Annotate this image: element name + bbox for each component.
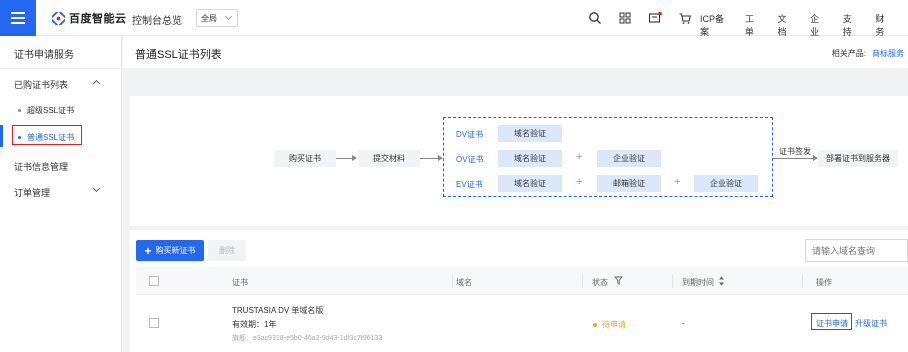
table-header: 证书 域名 状态 到期时间 操作 [136, 267, 908, 295]
filter-icon[interactable] [614, 276, 623, 285]
buy-new-cert-button[interactable]: + 购买新证书 [136, 240, 204, 261]
issue-cert-label: 证书签发 [779, 147, 811, 156]
domain-search-input[interactable] [805, 239, 908, 262]
related-label: 相关产品: [831, 49, 866, 58]
cert-name: TRUSTASIA DV 单域名版 [232, 306, 324, 315]
column-divider [582, 274, 583, 288]
col-expiry: 到期时间 [682, 278, 714, 287]
active-indicator [0, 125, 3, 147]
plus-icon: + [144, 243, 152, 258]
nav-docs-link[interactable]: 文档 [777, 12, 792, 38]
sidebar-item-label: 超级SSL证书 [27, 106, 75, 115]
message-icon[interactable] [648, 11, 662, 25]
ev-cert-label: EV证书 [456, 180, 483, 189]
status-text: 待申请 [602, 320, 626, 329]
col-actions: 操作 [816, 278, 832, 287]
chevron-down-icon[interactable] [92, 184, 101, 193]
related-products: 相关产品: 商标服务 [832, 48, 904, 59]
page-header: 普通SSL证书列表 相关产品: 商标服务 [123, 36, 908, 68]
region-select[interactable]: 全局 [196, 9, 238, 27]
trademark-service-link[interactable]: 商标服务 [872, 49, 904, 58]
dv-cert-label: DV证书 [456, 130, 484, 139]
status-badge: 待申请 [593, 319, 626, 330]
plus-icon: + [576, 151, 583, 163]
chevron-up-icon[interactable] [92, 79, 101, 88]
cloud-logo-icon [52, 11, 65, 25]
arrow-icon [420, 155, 443, 161]
ov-cert-label: OV证书 [456, 155, 484, 164]
sort-icon[interactable] [718, 276, 725, 286]
nav-support-link[interactable]: 支持 [843, 12, 858, 38]
sidebar-title: 证书申请服务 [14, 50, 74, 61]
ev-company-verify: 企业验证 [694, 175, 758, 192]
sidebar-group-cert-info[interactable]: 证书信息管理 [14, 160, 68, 173]
col-status: 状态 [592, 278, 608, 287]
dv-domain-verify: 域名验证 [498, 125, 562, 142]
region-value: 全局 [201, 13, 217, 23]
ov-domain-verify: 域名验证 [498, 150, 562, 167]
ev-email-verify: 邮箱验证 [597, 175, 661, 192]
arrow-icon [779, 155, 818, 161]
status-dot-icon [593, 322, 597, 327]
bullet-icon [18, 109, 21, 112]
col-cert: 证书 [232, 278, 248, 287]
sidebar-divider [0, 68, 122, 69]
nav-enterprise-link[interactable]: 企业 [810, 12, 825, 38]
column-divider [672, 274, 673, 288]
nav-icp-link[interactable]: ICP备案 [700, 12, 727, 38]
column-divider [452, 274, 453, 288]
select-all-checkbox[interactable] [149, 276, 159, 286]
nav-finance-link[interactable]: 财务 [875, 12, 890, 38]
search-icon[interactable] [588, 11, 602, 25]
chevron-down-icon [224, 12, 233, 21]
delete-button[interactable]: 删除 [208, 240, 246, 261]
brand-logo[interactable]: 百度智能云 [52, 10, 127, 26]
upgrade-cert-link[interactable]: 升级证书 [855, 318, 887, 329]
cert-id: 旗舰：e3ac9318-e5b0-46a2-9d43-1df3c7f96133 [232, 335, 383, 342]
step-submit-materials: 提交材料 [358, 150, 420, 167]
column-divider [802, 274, 803, 288]
cert-validity: 有效期：1年 [232, 320, 277, 329]
console-overview-link[interactable]: 控制台总览 [132, 12, 182, 27]
expiry-value: - [682, 319, 685, 328]
plus-icon: + [674, 176, 681, 188]
page-title: 普通SSL证书列表 [135, 49, 222, 61]
row-checkbox[interactable] [149, 318, 159, 328]
nav-ticket-link[interactable]: 工单 [745, 12, 760, 38]
step-buy-cert: 购买证书 [274, 150, 336, 167]
highlight-box [811, 313, 852, 330]
top-bar: 百度智能云 控制台总览 全局 ICP备案 工单 文档 企业 支持 财务 [0, 0, 908, 38]
col-domain: 域名 [456, 278, 472, 287]
sidebar-item-super-ssl[interactable]: 超级SSL证书 [18, 105, 74, 116]
ov-company-verify: 企业验证 [597, 150, 661, 167]
ev-domain-verify: 域名验证 [498, 175, 562, 192]
highlight-box [12, 125, 82, 145]
cart-icon[interactable] [678, 11, 692, 25]
step-deploy: 部署证书到服务器 [818, 150, 898, 167]
button-label: 购买新证书 [155, 246, 196, 255]
menu-icon[interactable] [0, 0, 36, 36]
plus-icon: + [576, 176, 583, 188]
brand-name: 百度智能云 [69, 13, 127, 25]
sidebar-group-orders[interactable]: 订单管理 [14, 186, 50, 199]
arrow-icon [336, 155, 357, 161]
sidebar-group-purchased[interactable]: 已购证书列表 [14, 78, 68, 91]
sidebar: 证书申请服务 已购证书列表 超级SSL证书 普通SSL证书 证书信息管理 订单管… [0, 36, 122, 352]
grid-icon[interactable] [618, 11, 632, 25]
